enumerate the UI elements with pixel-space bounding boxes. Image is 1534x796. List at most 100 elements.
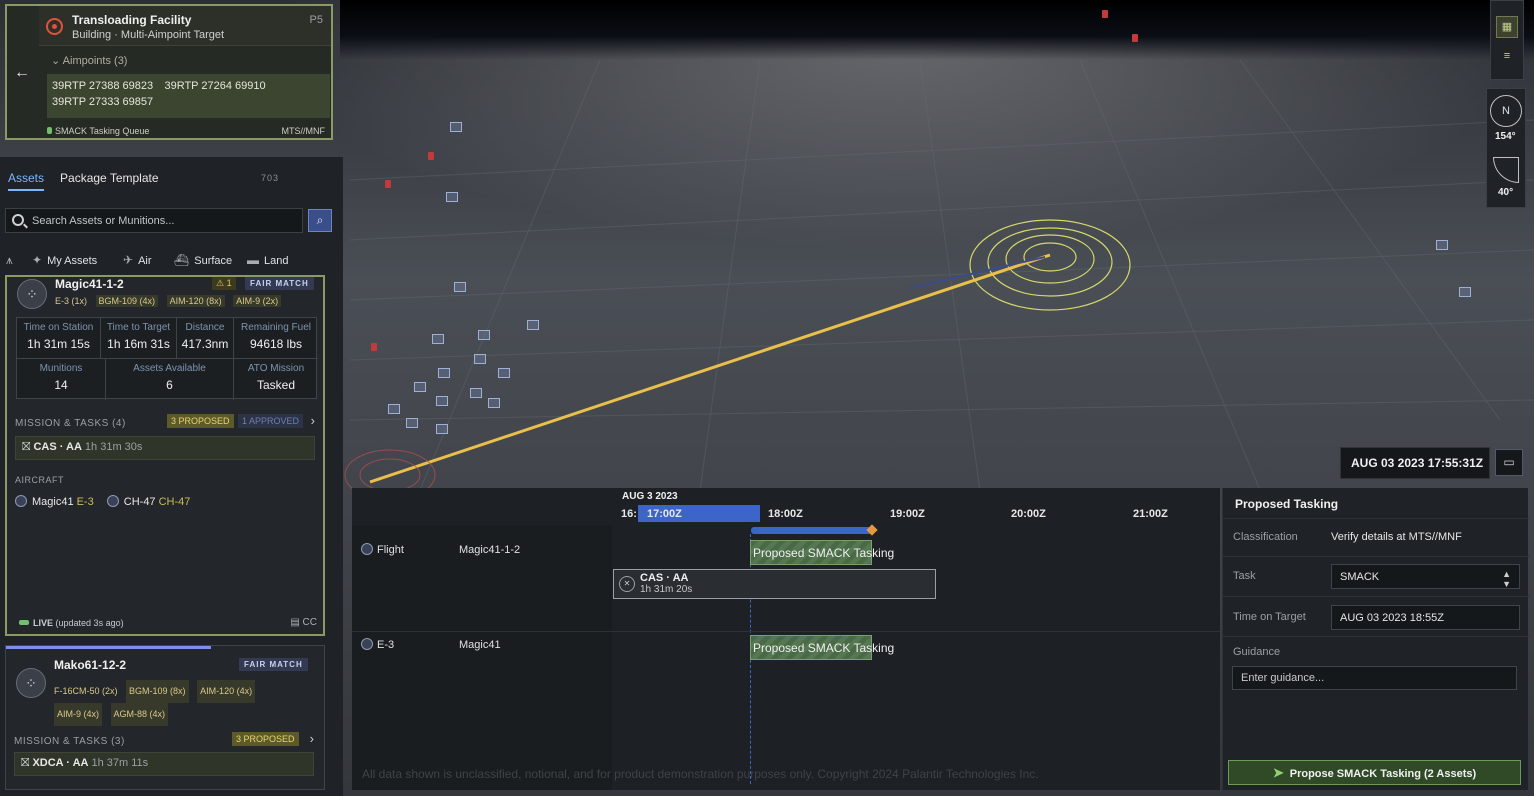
task-row: Task SMACK ▲ ▼	[1223, 556, 1529, 596]
asset-card[interactable]: ⁘ Magic41-1-2 ⚠ 1 FAIR MATCH E-3 (1x) BG…	[5, 275, 325, 636]
asset-marker[interactable]	[474, 354, 486, 364]
asset-marker[interactable]	[436, 424, 448, 434]
status-dot	[47, 127, 52, 134]
plane-icon: ✈	[123, 253, 134, 267]
aircraft-icon	[361, 638, 373, 650]
cas-title: CAS · AA	[640, 572, 689, 584]
target-priority: P5	[309, 14, 323, 26]
timeline[interactable]: AUG 3 2023 16: 17:00Z 18:00Z 19:00Z 20:0…	[352, 488, 1220, 790]
filter-my-assets[interactable]: ✦ My Assets	[32, 253, 97, 267]
assets-panel: Assets Package Template 703 Search Asset…	[0, 157, 343, 796]
proposed-badge: 3 PROPOSED	[232, 732, 299, 746]
target-card: ← Transloading Facility Building · Multi…	[5, 4, 333, 140]
chevron-right-icon[interactable]: ›	[310, 731, 314, 746]
mission-icon: ✕	[619, 576, 635, 592]
task-row[interactable]: ⛝ CAS · AA 1h 31m 30s	[15, 436, 315, 460]
aimpoints-label: Aimpoints (3)	[62, 55, 128, 67]
timeline-tick: 20:00Z	[1011, 508, 1046, 520]
tab-package-template[interactable]: Package Template	[60, 171, 159, 191]
aircraft-item[interactable]: Magic41 E-3	[15, 495, 104, 508]
asset-marker[interactable]	[478, 330, 490, 340]
asset-marker[interactable]	[1459, 287, 1471, 297]
back-arrow-icon[interactable]: ←	[14, 64, 30, 82]
heading-value: 154°	[1495, 131, 1516, 142]
asset-name: Magic41-1-2	[55, 277, 124, 291]
guidance-input[interactable]: Enter guidance...	[1232, 666, 1517, 690]
asset-marker[interactable]	[432, 334, 444, 344]
filter-land[interactable]: ▬ Land	[247, 253, 288, 267]
aimpoint[interactable]: 39RTP 27388 69823	[52, 80, 153, 92]
asset-marker[interactable]	[527, 320, 539, 330]
red-marker[interactable]	[1102, 10, 1108, 18]
mission-tasks-header[interactable]: MISSION & TASKS (3) 3 PROPOSED ›	[14, 731, 314, 749]
asset-card[interactable]: ⁘ Mako61-12-2 FAIR MATCH F-16CM-50 (2x) …	[5, 645, 325, 790]
warning-badge[interactable]: ⚠ 1	[212, 277, 236, 290]
asset-marker[interactable]	[388, 404, 400, 414]
search-input[interactable]: Search Assets or Munitions...	[5, 208, 303, 233]
asset-marker[interactable]	[436, 396, 448, 406]
tot-label: Time on Target	[1233, 611, 1306, 623]
asset-marker[interactable]	[438, 368, 450, 378]
progress-bar	[6, 646, 211, 649]
asset-marker[interactable]	[454, 282, 466, 292]
task-select[interactable]: SMACK ▲ ▼	[1331, 564, 1520, 589]
asset-marker[interactable]	[446, 192, 458, 202]
compass-icon[interactable]: N	[1490, 95, 1522, 127]
send-icon: ➤	[1272, 765, 1284, 780]
timeline-row-type: E-3	[361, 638, 394, 651]
filter-bar: ⩚ ✦ My Assets ✈ Air ⛴ Surface ▬ Land	[0, 250, 343, 272]
red-marker[interactable]	[1132, 34, 1138, 42]
tank-icon: ▬	[247, 253, 259, 267]
target-subtitle: Building · Multi-Aimpoint Target	[72, 29, 225, 41]
search-icon	[12, 214, 24, 226]
asset-marker[interactable]	[1436, 240, 1448, 250]
proposed-tasking-block[interactable]: Proposed SMACK Tasking	[750, 635, 894, 660]
munitions-list: E-3 (1x) BGM-109 (4x) AIM-120 (8x) AIM-9…	[55, 295, 287, 307]
grid-icon[interactable]: ▦	[1496, 16, 1518, 38]
aircraft-item[interactable]: CH-47 CH-47	[106, 495, 201, 508]
tilt-icon[interactable]	[1493, 157, 1519, 183]
stat-remaining-fuel: Remaining Fuel 94618 lbs	[240, 322, 312, 351]
task-row[interactable]: ⛝ XDCA · AA 1h 37m 11s	[14, 752, 314, 776]
filter-surface[interactable]: ⛴ Surface	[174, 253, 232, 267]
propose-smack-tasking-button[interactable]: ➤ Propose SMACK Tasking (2 Assets)	[1228, 760, 1521, 785]
proposed-tasking-block[interactable]: Proposed SMACK Tasking	[750, 540, 894, 565]
aimpoints-toggle[interactable]: ⌄ Aimpoints (3)	[51, 54, 127, 67]
mission-tasks-header[interactable]: MISSION & TASKS (4) 3 PROPOSED 1 APPROVE…	[15, 413, 315, 431]
tab-assets[interactable]: Assets	[8, 171, 45, 191]
asset-marker[interactable]	[488, 398, 500, 408]
classification: MTS//MNF	[281, 126, 326, 136]
approved-badge: 1 APPROVED	[238, 414, 304, 428]
search-placeholder: Search Assets or Munitions...	[32, 215, 175, 227]
red-marker[interactable]	[428, 152, 434, 160]
aimpoint[interactable]: 39RTP 27264 69910	[164, 80, 265, 92]
calendar-icon[interactable]: ▭	[1495, 449, 1523, 476]
asset-marker[interactable]	[450, 122, 462, 132]
mission-label: MISSION & TASKS (3)	[14, 736, 125, 747]
asset-marker[interactable]	[470, 388, 482, 398]
aimpoint[interactable]: 39RTP 27333 69857	[52, 96, 153, 108]
asset-marker[interactable]	[414, 382, 426, 392]
aimpoints-list: 39RTP 27388 69823 39RTP 27264 69910 39RT…	[47, 74, 330, 118]
task-icon: ⛝	[22, 441, 34, 453]
red-marker[interactable]	[385, 180, 391, 188]
tasking-queue[interactable]: SMACK Tasking Queue	[47, 126, 149, 136]
munition: F-16CM-50 (2x)	[54, 686, 118, 696]
timeline-tick: 19:00Z	[890, 508, 925, 520]
asset-name: Mako61-12-2	[54, 658, 127, 672]
layers-icon[interactable]: ≡	[1496, 45, 1518, 67]
chevron-right-icon[interactable]: ›	[311, 413, 315, 428]
asset-marker[interactable]	[498, 368, 510, 378]
filter-icon[interactable]: ⩚	[6, 253, 18, 268]
tasking-window-bar[interactable]	[751, 527, 873, 534]
cc-label[interactable]: ▤ CC	[290, 617, 317, 628]
asset-marker[interactable]	[406, 418, 418, 428]
munitions-search-button[interactable]: ⌕	[308, 209, 332, 232]
ship-icon: ⛴	[174, 253, 190, 267]
match-badge: FAIR MATCH	[239, 658, 308, 671]
filter-air[interactable]: ✈ Air	[123, 253, 152, 267]
cas-mission-block[interactable]: ✕ CAS · AA 1h 31m 20s	[613, 569, 936, 599]
time-on-target-input[interactable]: AUG 03 2023 18:55Z	[1331, 605, 1520, 630]
red-marker[interactable]	[371, 343, 377, 351]
timeline-tick: 16:	[621, 508, 637, 520]
